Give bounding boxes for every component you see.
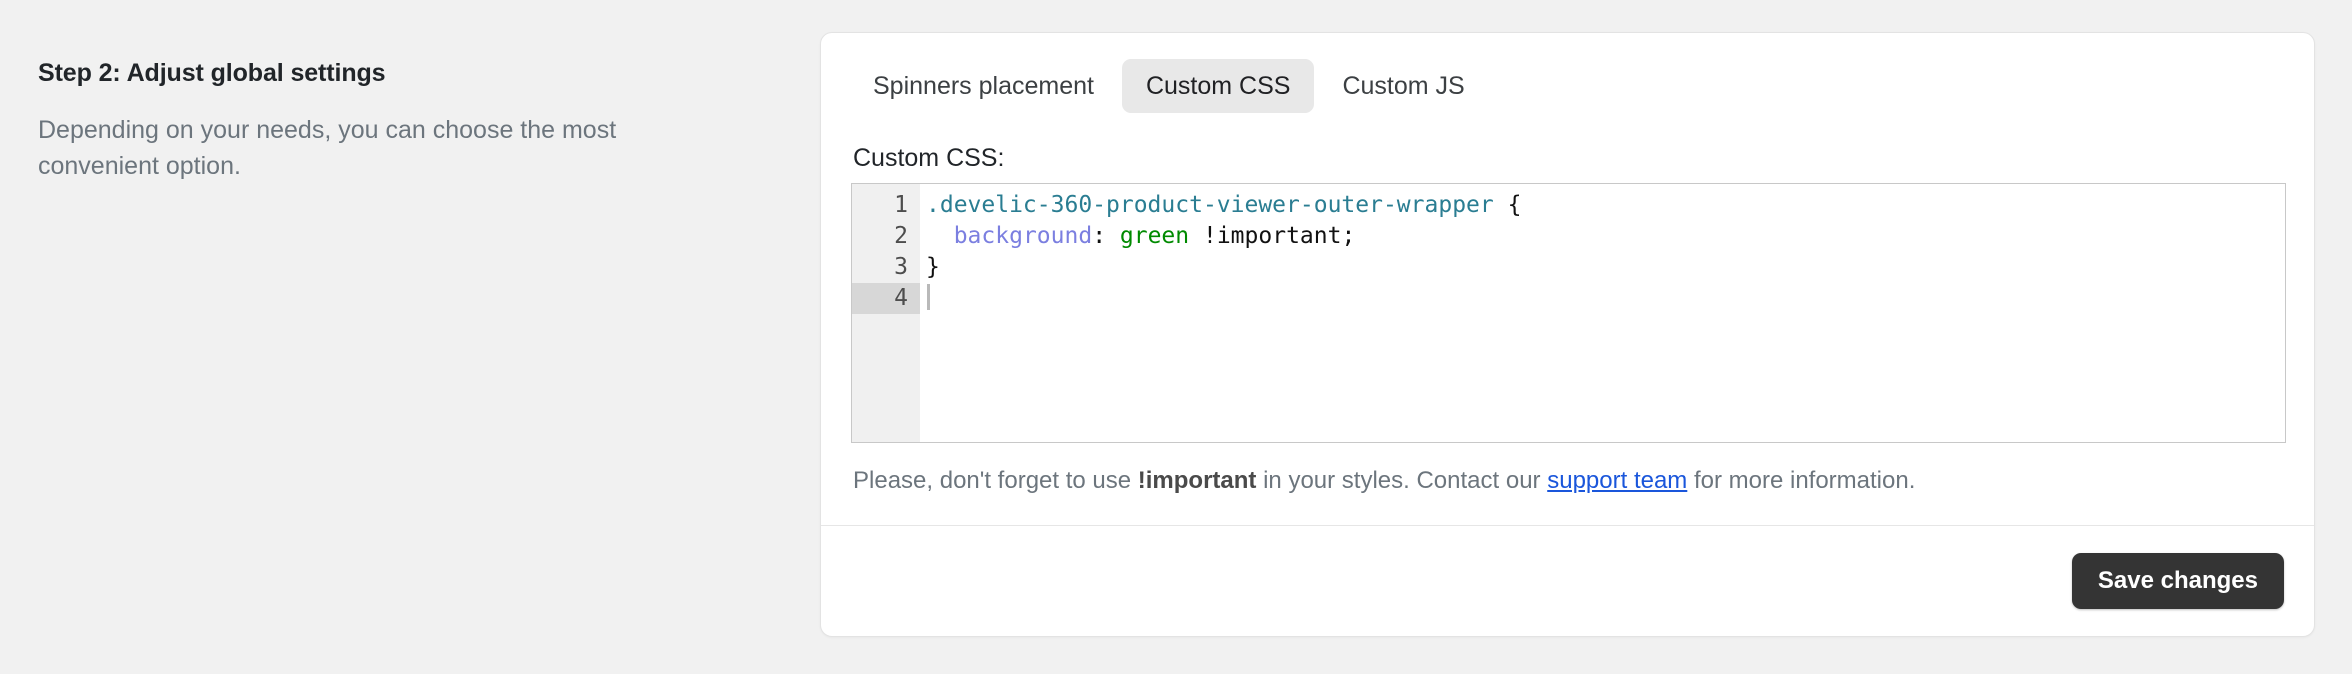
code-line-1: .develic-360-product-viewer-outer-wrappe… [926, 190, 2285, 221]
css-important-token: !important; [1189, 223, 1356, 249]
text-cursor [927, 284, 930, 310]
line-number: 3 [894, 254, 908, 280]
line-number: 1 [894, 192, 908, 218]
note-important-emphasis: !important [1137, 467, 1257, 494]
card-body: Spinners placement Custom CSS Custom JS … [821, 33, 2314, 525]
card-footer: Save changes [821, 525, 2314, 636]
css-selector-token: .develic-360-product-viewer-outer-wrappe… [926, 192, 1494, 218]
line-number: 2 [894, 223, 908, 249]
editor-code-area[interactable]: .develic-360-product-viewer-outer-wrappe… [920, 184, 2285, 442]
note-text-middle: in your styles. Contact our [1256, 467, 1548, 494]
page-description: Depending on your needs, you can choose … [38, 116, 617, 181]
css-value-token: green [1119, 223, 1190, 249]
code-line-2: background: green !important; [926, 221, 2285, 252]
support-team-link[interactable]: support team [1547, 467, 1687, 494]
css-property-token: background [953, 223, 1093, 249]
page-title: Step 2: Adjust global settings [38, 59, 386, 87]
settings-card: Spinners placement Custom CSS Custom JS … [820, 32, 2315, 637]
custom-css-label: Custom CSS: [853, 144, 1005, 172]
custom-css-code-editor[interactable]: 1 2 3 4 .develic-360-product-viewer-oute… [851, 183, 2286, 443]
editor-help-note: Please, don't forget to use !important i… [853, 465, 2284, 496]
css-brace-token: { [1493, 192, 1522, 218]
step-info-panel: Step 2: Adjust global settings Depending… [38, 58, 728, 185]
save-changes-button[interactable]: Save changes [2071, 552, 2284, 610]
tab-spinners-placement[interactable]: Spinners placement [849, 59, 1118, 113]
tab-bar: Spinners placement Custom CSS Custom JS [849, 59, 2284, 113]
editor-line-number-gutter: 1 2 3 4 [852, 184, 920, 442]
css-colon-token: : [1092, 223, 1120, 249]
page-root: Step 2: Adjust global settings Depending… [0, 0, 2352, 674]
code-line-4 [926, 283, 2285, 314]
note-text-before: Please, don't forget to use [853, 467, 1138, 494]
line-number-active: 4 [852, 283, 920, 314]
note-text-after: for more information. [1687, 467, 1916, 494]
tab-custom-js[interactable]: Custom JS [1318, 59, 1488, 113]
code-line-3: } [926, 252, 2285, 283]
css-closing-brace-token: } [926, 254, 940, 280]
tab-custom-css[interactable]: Custom CSS [1121, 59, 1315, 113]
